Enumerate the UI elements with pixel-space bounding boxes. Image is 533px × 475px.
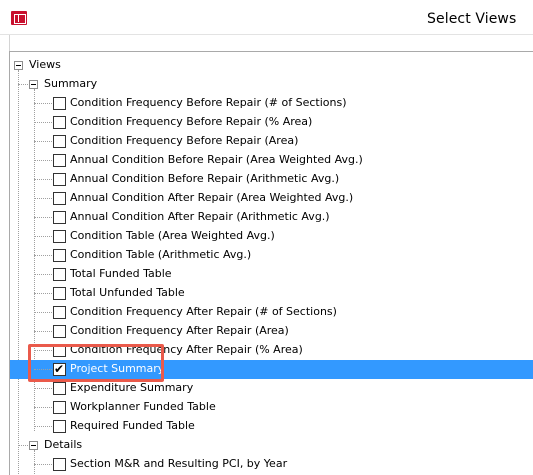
- tree-line: [34, 179, 52, 180]
- tree-item[interactable]: Section M&R and Resulting PCI, by Year: [10, 455, 533, 474]
- tree-line: [34, 122, 52, 123]
- tree-item-label: Annual Condition Before Repair (Area Wei…: [70, 153, 363, 166]
- tree-item[interactable]: Required Funded Table: [10, 417, 533, 436]
- tree-item-label: Condition Table (Arithmetic Avg.): [70, 248, 252, 261]
- window-title: Select Views: [427, 11, 517, 27]
- tree-item[interactable]: Annual Condition After Repair (Arithmeti…: [10, 208, 533, 227]
- tree-item[interactable]: Expenditure Summary: [10, 379, 533, 398]
- collapse-icon[interactable]: [14, 61, 23, 70]
- tree-line: [34, 217, 52, 218]
- tree-item-label: Condition Frequency Before Repair (# of …: [70, 96, 347, 109]
- tree-node-label: Summary: [44, 77, 98, 90]
- tree-item[interactable]: Condition Frequency Before Repair (# of …: [10, 94, 533, 113]
- tree-item[interactable]: Workplanner Funded Table: [10, 398, 533, 417]
- tree-item[interactable]: Annual Condition After Repair (Area Weig…: [10, 189, 533, 208]
- tree-item[interactable]: Total Unfunded Table: [10, 284, 533, 303]
- tree-node-summary[interactable]: Summary: [10, 75, 533, 94]
- tree-item-label: Expenditure Summary: [70, 381, 194, 394]
- tree-item-label: Total Unfunded Table: [70, 286, 185, 299]
- tree-item-label: Condition Frequency Before Repair (Area): [70, 134, 299, 147]
- tree-item-label: Workplanner Funded Table: [70, 400, 216, 413]
- tree-item[interactable]: Condition Frequency After Repair (# of S…: [10, 303, 533, 322]
- tree-line: [34, 293, 52, 294]
- tree-line: [34, 198, 52, 199]
- header-strip: [0, 34, 533, 52]
- checkbox[interactable]: [53, 344, 66, 357]
- checkbox[interactable]: [53, 135, 66, 148]
- tree-item[interactable]: Condition Table (Area Weighted Avg.): [10, 227, 533, 246]
- divider: [9, 35, 10, 52]
- tree-item-selected[interactable]: Project Summary: [10, 360, 533, 379]
- tree-line: [34, 255, 52, 256]
- tree-line: [34, 388, 52, 389]
- tree-item-label: Annual Condition After Repair (Area Weig…: [70, 191, 354, 204]
- checkbox[interactable]: [53, 116, 66, 129]
- tree-item-label: Required Funded Table: [70, 419, 195, 432]
- collapse-icon[interactable]: [29, 441, 38, 450]
- tree-item[interactable]: Condition Frequency After Repair (Area): [10, 322, 533, 341]
- collapse-icon[interactable]: [29, 80, 38, 89]
- checkbox[interactable]: [53, 268, 66, 281]
- checkbox[interactable]: [53, 192, 66, 205]
- checkbox[interactable]: [53, 154, 66, 167]
- tree-line: [34, 350, 52, 351]
- tree-item-label: Section M&R and Resulting PCI, by Year: [70, 457, 288, 470]
- tree-item[interactable]: Annual Condition Before Repair (Arithmet…: [10, 170, 533, 189]
- tree-node-details[interactable]: Details: [10, 436, 533, 455]
- checkbox[interactable]: [53, 458, 66, 471]
- tree-line: [34, 141, 52, 142]
- tree-line: [34, 274, 52, 275]
- checkbox[interactable]: [53, 401, 66, 414]
- tree-line: [34, 103, 52, 104]
- checkbox[interactable]: [53, 306, 66, 319]
- title-bar: Select Views: [0, 0, 533, 34]
- checkbox[interactable]: [53, 211, 66, 224]
- checkbox[interactable]: [53, 325, 66, 338]
- tree-line: [34, 331, 52, 332]
- tree-item[interactable]: Total Funded Table: [10, 265, 533, 284]
- tree-item-label: Condition Frequency Before Repair (% Are…: [70, 115, 313, 128]
- tree-item-label: Total Funded Table: [70, 267, 172, 280]
- tree-item[interactable]: Annual Condition Before Repair (Area Wei…: [10, 151, 533, 170]
- tree-item-label: Project Summary: [70, 362, 165, 375]
- checkbox[interactable]: [53, 173, 66, 186]
- tree-line: [34, 407, 52, 408]
- app-logo-icon[interactable]: [11, 11, 27, 25]
- tree-item[interactable]: Condition Frequency Before Repair (Area): [10, 132, 533, 151]
- tree-node-label: Details: [44, 438, 83, 451]
- checkbox[interactable]: [53, 287, 66, 300]
- tree-item-label: Condition Frequency After Repair (Area): [70, 324, 289, 337]
- tree-line: [34, 236, 52, 237]
- tree-item-label: Condition Table (Area Weighted Avg.): [70, 229, 275, 242]
- checkbox[interactable]: [53, 382, 66, 395]
- checkbox[interactable]: [53, 230, 66, 243]
- tree-line: [34, 426, 52, 427]
- tree-item-label: Annual Condition Before Repair (Arithmet…: [70, 172, 340, 185]
- tree-line: [34, 464, 52, 465]
- tree-item[interactable]: Condition Frequency Before Repair (% Are…: [10, 113, 533, 132]
- tree-line: [34, 369, 52, 370]
- tree-item-label: Annual Condition After Repair (Arithmeti…: [70, 210, 330, 223]
- tree-line: [34, 160, 52, 161]
- tree-node-label: Views: [29, 58, 61, 71]
- views-tree[interactable]: Views Summary Condition Frequency Before…: [9, 51, 533, 475]
- tree-item[interactable]: Condition Table (Arithmetic Avg.): [10, 246, 533, 265]
- checkbox[interactable]: [53, 420, 66, 433]
- checkbox[interactable]: [53, 97, 66, 110]
- tree-item-label: Condition Frequency After Repair (% Area…: [70, 343, 303, 356]
- tree-node-views[interactable]: Views: [10, 56, 533, 75]
- tree-item-label: Condition Frequency After Repair (# of S…: [70, 305, 337, 318]
- tree-item[interactable]: Condition Frequency After Repair (% Area…: [10, 341, 533, 360]
- tree-line: [34, 312, 52, 313]
- checkbox[interactable]: [53, 249, 66, 262]
- checked-checkbox[interactable]: [53, 362, 66, 376]
